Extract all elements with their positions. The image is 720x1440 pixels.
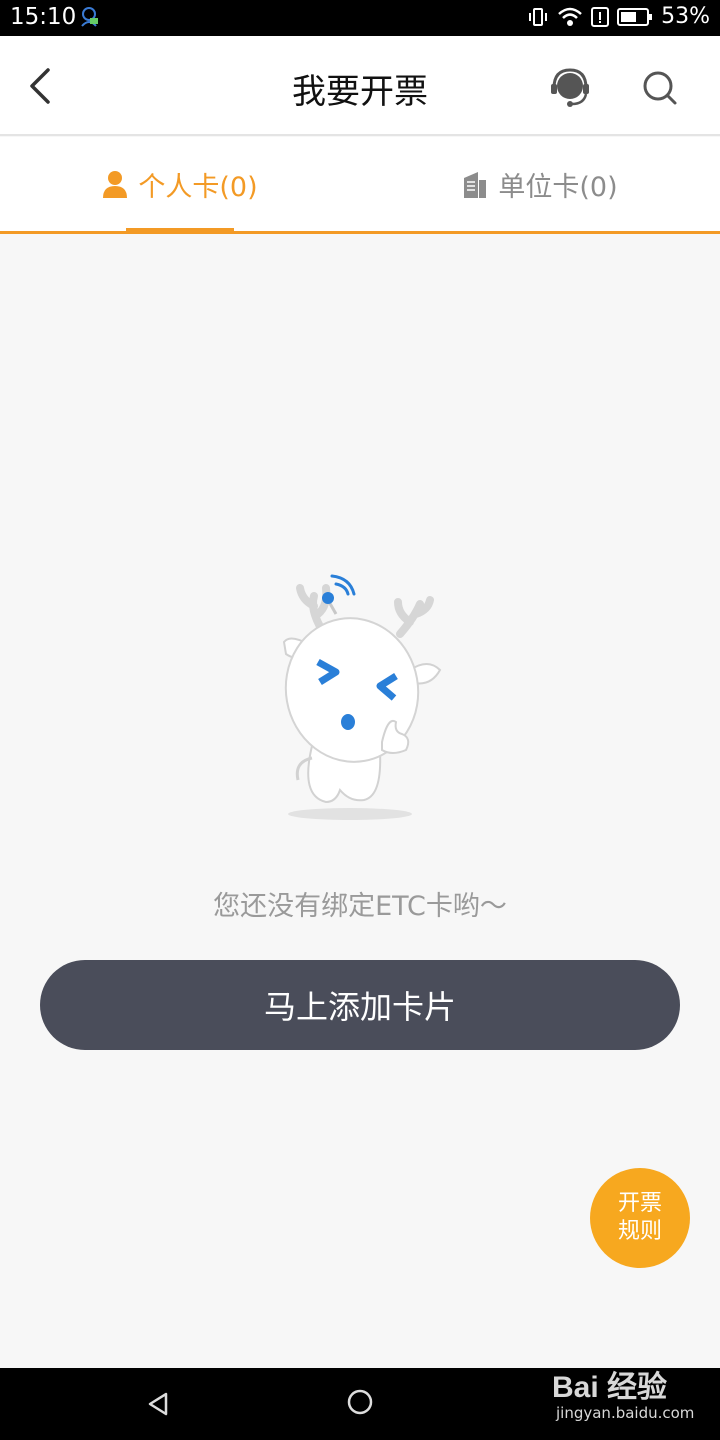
status-bar: 15:10 53% xyxy=(0,0,720,36)
building-icon xyxy=(464,172,487,198)
invoice-rules-button[interactable]: 开票 规则 xyxy=(590,1168,690,1268)
watermark-url: jingyan.baidu.com xyxy=(556,1404,695,1422)
customer-service-button[interactable] xyxy=(548,66,592,110)
page-title: 我要开票 xyxy=(292,72,428,112)
search-icon xyxy=(643,71,677,105)
deer-mascot-illustration xyxy=(270,566,450,826)
card-type-tabs: 个人卡(0) 单位卡(0) xyxy=(0,137,720,234)
nav-home-button[interactable] xyxy=(346,1388,374,1420)
battery-level: 53% xyxy=(661,4,710,29)
rules-label-line2: 规则 xyxy=(617,1219,662,1244)
tab-company-label: 单位卡(0) xyxy=(498,171,618,203)
battery-icon xyxy=(617,7,653,26)
active-tab-indicator xyxy=(126,228,234,232)
person-icon xyxy=(103,171,128,198)
tab-personal-label: 个人卡(0) xyxy=(138,171,258,203)
circle-home-icon xyxy=(347,1389,373,1415)
watermark-logo: Bai 经验 xyxy=(552,1371,668,1404)
vibrate-icon xyxy=(529,7,548,26)
watermark: Bai 经验 jingyan.baidu.com xyxy=(552,1362,712,1428)
app-header: 我要开票 xyxy=(0,36,720,136)
empty-state-message: 您还没有绑定ETC卡哟～ xyxy=(213,891,507,922)
notification-icon xyxy=(78,6,100,32)
rules-label-line1: 开票 xyxy=(617,1191,662,1216)
triangle-back-icon xyxy=(148,1392,168,1416)
nav-back-button[interactable] xyxy=(144,1390,172,1422)
status-icons: 53% xyxy=(527,4,710,29)
wifi-icon xyxy=(558,7,582,26)
tab-personal-card[interactable]: 个人卡(0) xyxy=(0,137,360,231)
search-button[interactable] xyxy=(640,68,680,108)
tab-company-card[interactable]: 单位卡(0) xyxy=(360,137,720,231)
alert-icon xyxy=(591,6,610,27)
headset-icon xyxy=(551,68,589,107)
add-card-button[interactable]: 马上添加卡片 xyxy=(40,960,680,1050)
status-time: 15:10 xyxy=(10,4,77,30)
